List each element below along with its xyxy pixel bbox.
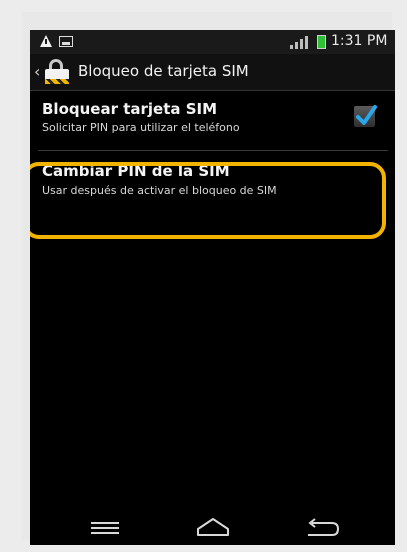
menu-icon[interactable] (85, 516, 125, 540)
back-icon[interactable] (302, 516, 342, 540)
status-time: 1:31 PM (331, 33, 388, 49)
phone-screen: 1:31 PM ‹ Bloqueo de tarjeta SIM Bloquea… (30, 30, 395, 545)
app-bar[interactable]: ‹ Bloqueo de tarjeta SIM (30, 54, 395, 91)
divider (38, 150, 388, 151)
signal-icon (290, 35, 314, 49)
up-caret-icon[interactable]: ‹ (34, 62, 40, 81)
page-title: Bloqueo de tarjeta SIM (78, 62, 249, 80)
setting-subtitle: Solicitar PIN para utilizar el teléfono (42, 121, 240, 134)
checkmark-icon (356, 105, 377, 125)
lock-sim-checkbox[interactable] (354, 105, 377, 127)
setting-title: Bloquear tarjeta SIM (42, 100, 218, 118)
warning-icon (40, 35, 52, 47)
image-icon (59, 36, 73, 47)
battery-charging-icon (317, 35, 326, 49)
sim-lock-icon (44, 59, 70, 85)
home-icon[interactable] (193, 516, 233, 540)
setting-item-lock-sim[interactable]: Bloquear tarjeta SIM Solicitar PIN para … (30, 92, 395, 152)
navigation-bar (30, 510, 395, 545)
highlight-outline (30, 162, 386, 239)
status-bar: 1:31 PM (30, 30, 395, 54)
